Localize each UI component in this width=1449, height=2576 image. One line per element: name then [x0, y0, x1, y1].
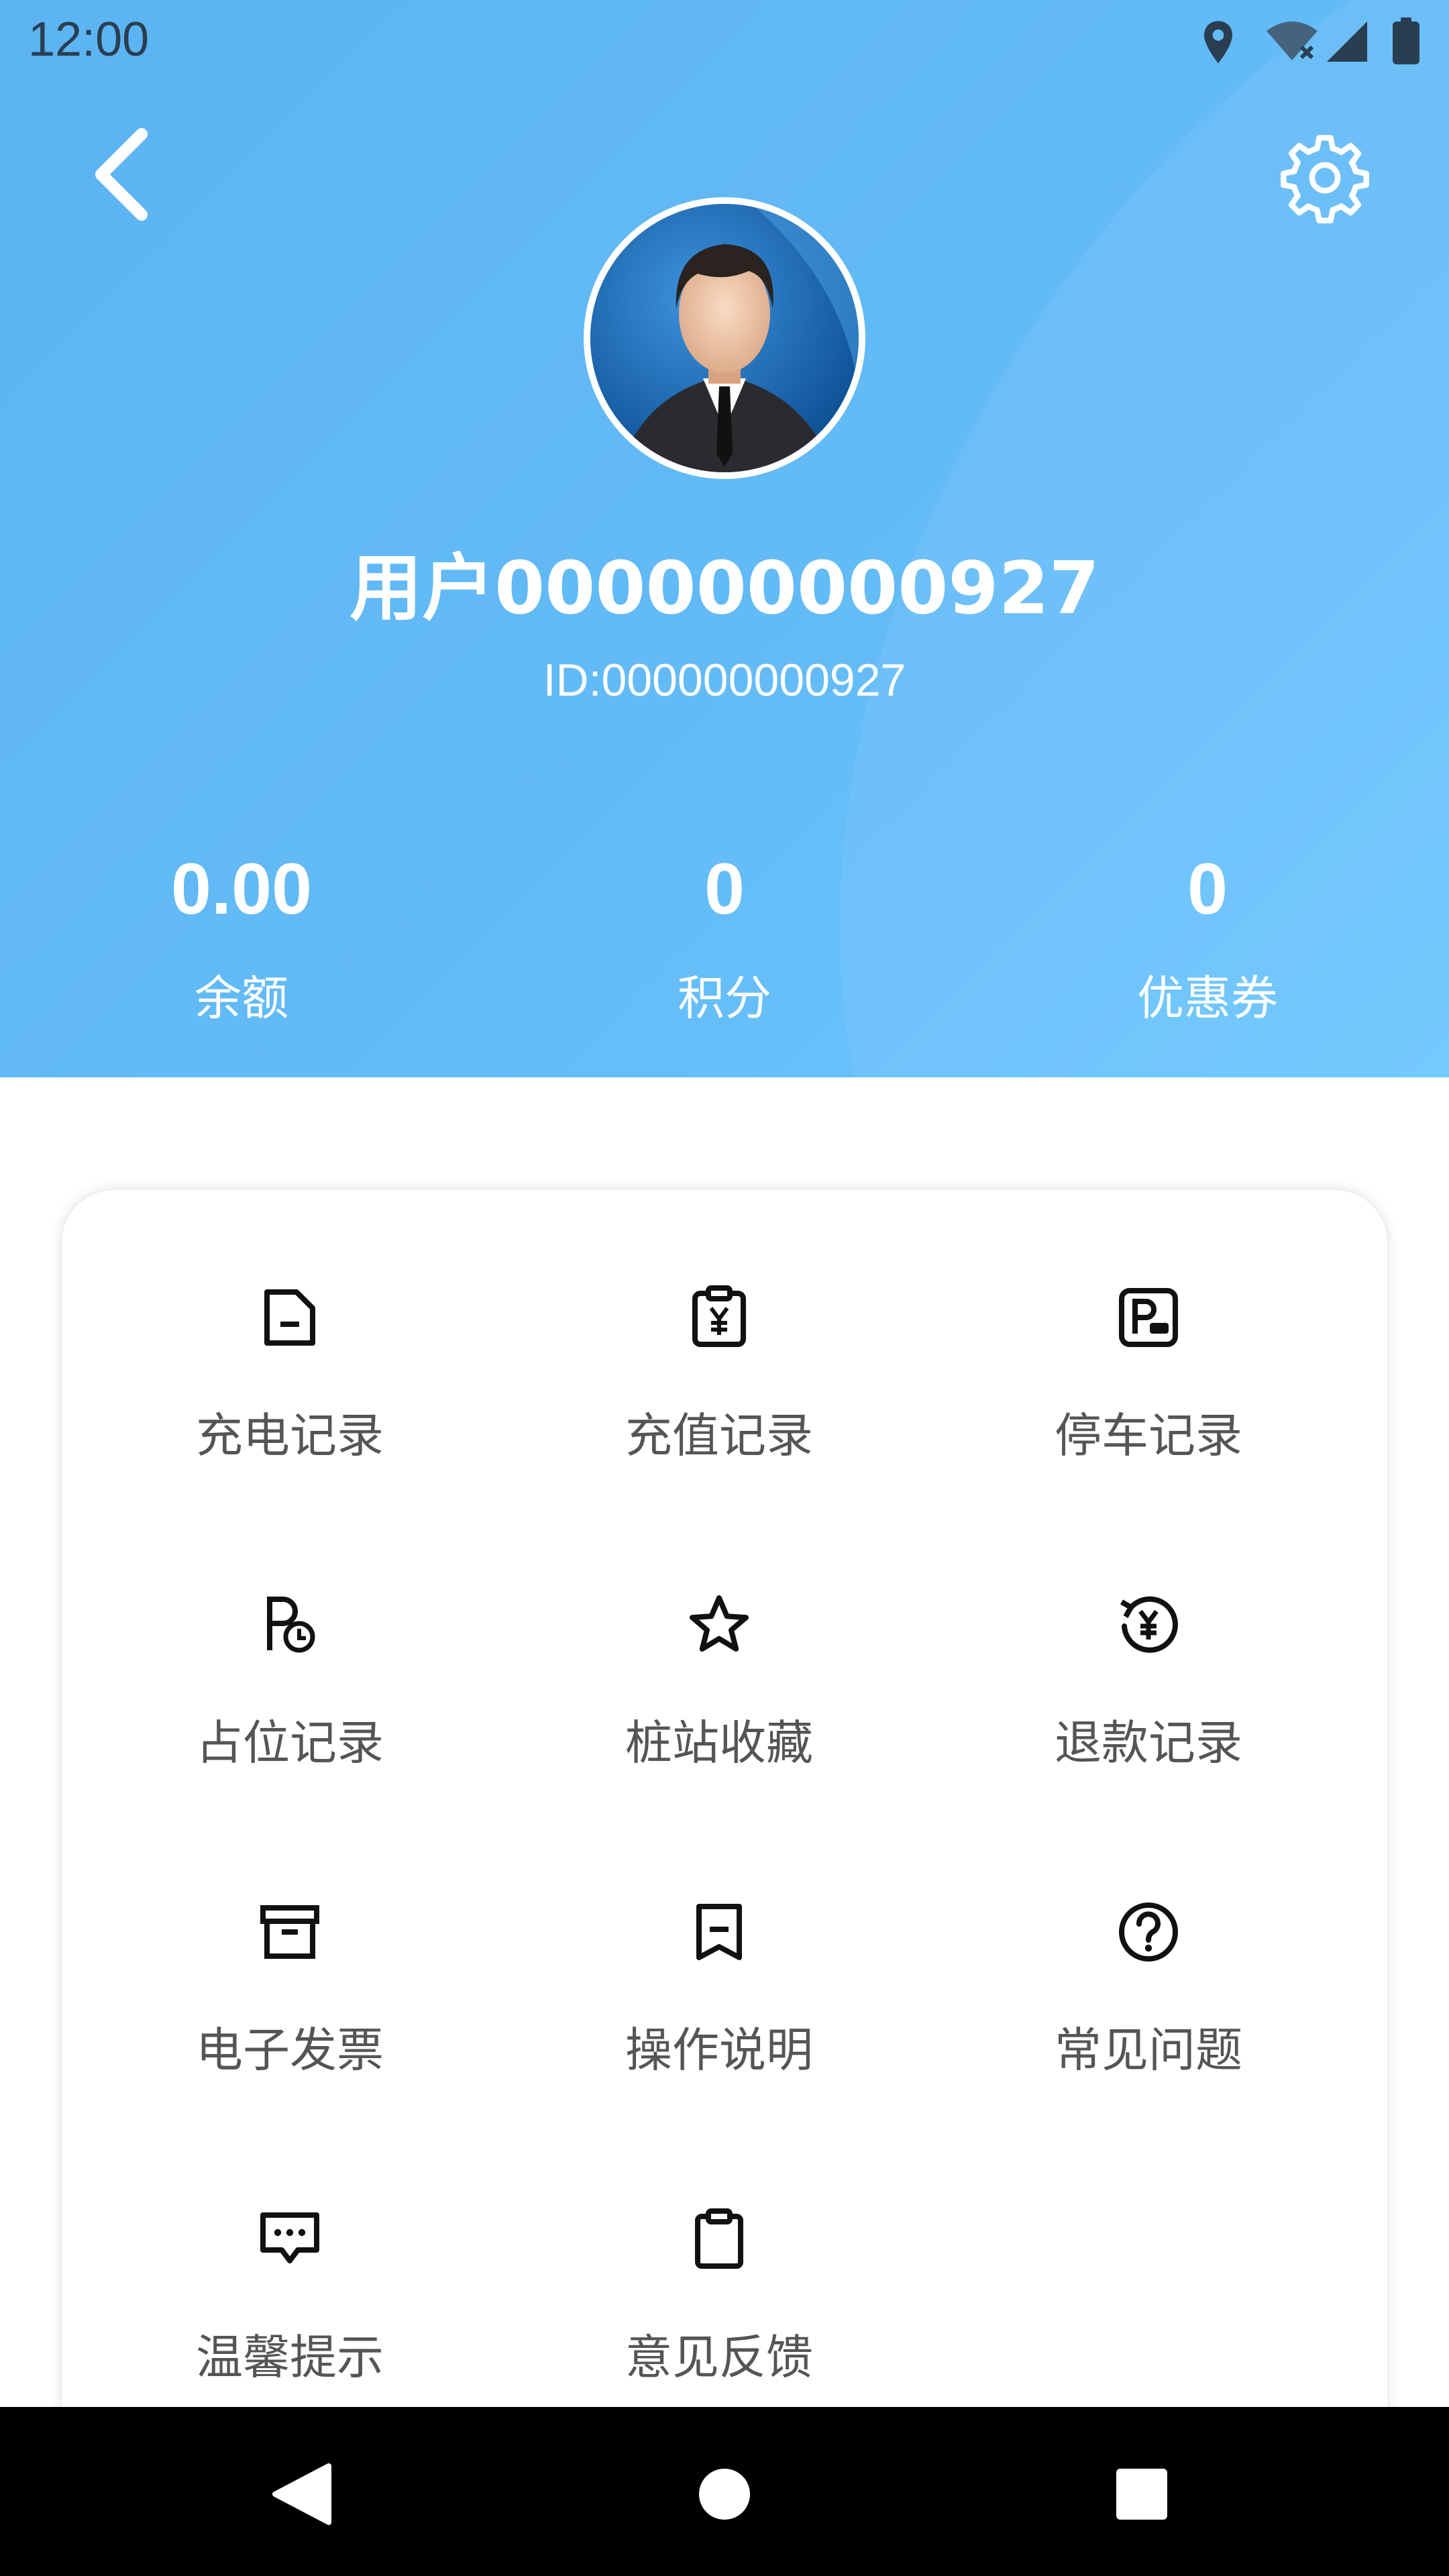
menu-item-e-invoice[interactable]: 电子发票 [102, 1805, 478, 2086]
menu-item-warm-tips[interactable]: 温馨提示 [102, 2112, 478, 2394]
settings-button[interactable] [1268, 121, 1382, 235]
bookmark-icon [679, 1892, 759, 1972]
stat-label: 积分 [678, 971, 771, 1026]
home-circle-icon [699, 2469, 750, 2520]
back-triangle-icon [272, 2463, 331, 2525]
back-button[interactable] [74, 117, 168, 231]
menu-label: 充值记录 [625, 1408, 813, 1463]
signal-icon [1326, 20, 1368, 66]
profile-header: 12:00 用户000000000927 ID:000000000927 0.0… [0, 0, 1449, 1077]
menu-item-station-favorites[interactable]: 桩站收藏 [531, 1497, 907, 1779]
clipboard-icon [679, 2199, 759, 2279]
stat-label: 优惠券 [1137, 971, 1278, 1026]
document-icon [250, 1277, 330, 1358]
chevron-left-icon [95, 128, 148, 221]
menu-label: 占位记录 [196, 1715, 384, 1770]
profile-screen: 12:00 用户000000000927 ID:000000000927 0.0… [0, 0, 1449, 2576]
stat-label: 余额 [195, 971, 288, 1026]
menu-item-feedback[interactable]: 意见反馈 [531, 2112, 907, 2394]
menu-label: 温馨提示 [196, 2330, 384, 2385]
location-icon [1199, 19, 1237, 70]
menu-label: 充电记录 [196, 1408, 384, 1463]
wifi-icon [1265, 20, 1319, 66]
stat-value: 0.00 [170, 848, 313, 929]
menu-label: 操作说明 [625, 2023, 813, 2078]
status-time: 12:00 [28, 13, 150, 66]
menu-item-refund-records[interactable]: 退款记录 [961, 1497, 1336, 1779]
chat-bubble-icon [250, 2199, 330, 2279]
gear-icon [1281, 135, 1369, 223]
menu-label: 常见问题 [1055, 2023, 1242, 2078]
stat-balance[interactable]: 0.00 余额 [0, 839, 483, 1032]
menu-label: 退款记录 [1055, 1715, 1242, 1770]
battery-icon [1393, 17, 1419, 67]
parking-car-icon [1108, 1277, 1189, 1358]
clipboard-yen-icon [679, 1277, 759, 1358]
parking-clock-icon [250, 1585, 330, 1665]
menu-item-charging-records[interactable]: 充电记录 [102, 1190, 478, 1472]
menu-item-faq[interactable]: 常见问题 [961, 1805, 1336, 2086]
menu-label: 桩站收藏 [625, 1715, 813, 1770]
stat-coupons[interactable]: 0 优惠券 [966, 839, 1449, 1032]
status-bar: 12:00 [0, 0, 1449, 86]
nav-home-button[interactable] [678, 2447, 771, 2541]
user-name: 用户000000000927 [350, 547, 1099, 631]
menu-label: 意见反馈 [625, 2330, 813, 2385]
menu-label: 停车记录 [1055, 1408, 1242, 1463]
menu-item-recharge-records[interactable]: 充值记录 [531, 1190, 907, 1472]
menu-card: 充电记录 充值记录 停车记录 占位记录 桩站收藏 退款记录 电子发票 操作说明 … [60, 1189, 1389, 2576]
recents-square-icon [1116, 2469, 1167, 2520]
refund-yen-icon [1108, 1585, 1189, 1665]
question-circle-icon [1108, 1892, 1189, 1972]
nav-back-button[interactable] [255, 2447, 349, 2541]
stat-value: 0 [1187, 848, 1228, 929]
archive-box-icon [250, 1892, 330, 1972]
stat-value: 0 [704, 848, 745, 929]
user-id: ID:000000000927 [543, 655, 906, 706]
stat-points[interactable]: 0 积分 [483, 839, 966, 1032]
star-icon [679, 1585, 759, 1665]
menu-label: 电子发票 [196, 2023, 384, 2078]
menu-item-instructions[interactable]: 操作说明 [531, 1805, 907, 2086]
avatar-image [590, 204, 859, 472]
nav-recents-button[interactable] [1095, 2447, 1189, 2541]
avatar[interactable] [584, 197, 865, 479]
system-nav-bar [0, 2407, 1449, 2576]
menu-item-occupancy-records[interactable]: 占位记录 [102, 1497, 478, 1779]
menu-item-parking-records[interactable]: 停车记录 [961, 1190, 1336, 1472]
